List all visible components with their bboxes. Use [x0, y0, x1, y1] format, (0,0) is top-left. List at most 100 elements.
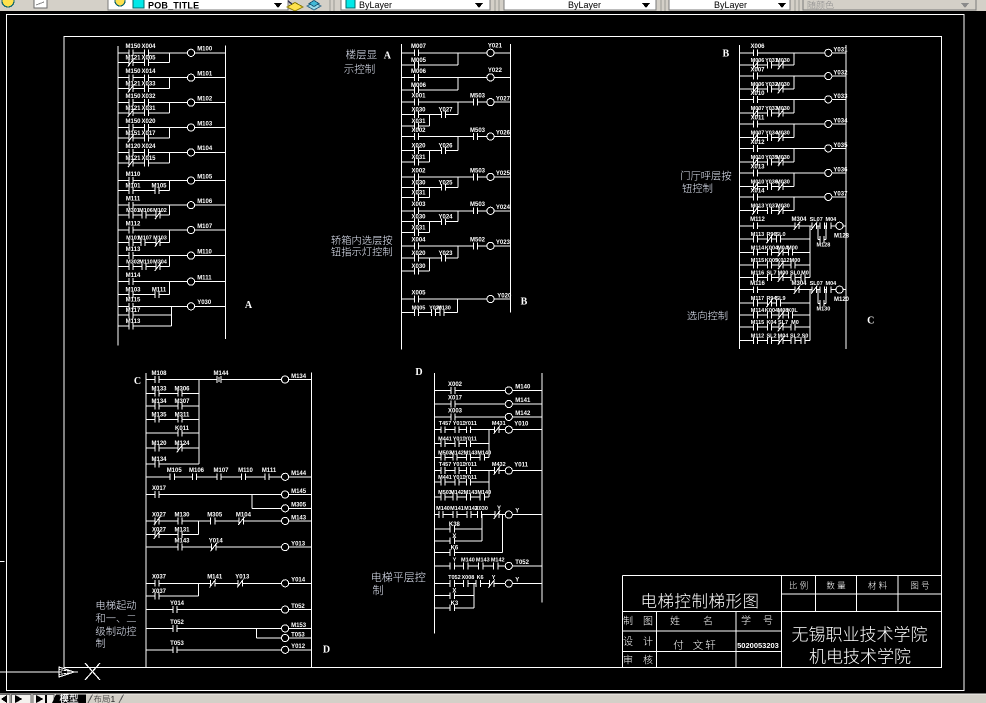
svg-text:M144: M144	[291, 471, 307, 477]
svg-text:M140: M140	[477, 450, 491, 456]
svg-text:Y023: Y023	[496, 240, 511, 246]
svg-text:X031: X031	[141, 106, 156, 112]
svg-text:X030: X030	[411, 215, 426, 221]
svg-text:M00: M00	[778, 271, 789, 277]
svg-text:Y034: Y034	[833, 118, 848, 124]
svg-text:K6: K6	[477, 575, 484, 581]
svg-text:Y011: Y011	[514, 463, 528, 469]
svg-text:M133: M133	[151, 386, 167, 392]
svg-text:M110: M110	[197, 249, 212, 255]
svg-text:Y024: Y024	[496, 205, 511, 211]
svg-text:M0: M0	[791, 320, 799, 326]
svg-text:M153: M153	[291, 623, 307, 629]
svg-text:M117: M117	[751, 296, 764, 302]
svg-text:M304: M304	[153, 260, 168, 266]
svg-text:X014: X014	[141, 69, 156, 75]
svg-text:Y027: Y027	[496, 96, 511, 102]
svg-text:M144: M144	[213, 371, 229, 377]
svg-text:随颜色: 随颜色	[807, 0, 834, 12]
svg-text:M304: M304	[791, 217, 807, 223]
svg-text:Y032: Y032	[833, 71, 848, 77]
svg-text:M120: M120	[125, 144, 141, 150]
svg-text:M130: M130	[817, 307, 831, 313]
svg-text:Y026: Y026	[496, 131, 511, 137]
svg-text:M503: M503	[470, 168, 486, 174]
svg-text:M130: M130	[174, 512, 190, 518]
svg-text:M307: M307	[174, 399, 190, 405]
svg-text:X003: X003	[411, 202, 426, 208]
svg-text:M113: M113	[751, 232, 764, 238]
svg-text:M007: M007	[751, 106, 765, 112]
svg-text:K38: K38	[449, 522, 461, 528]
svg-text:M140: M140	[515, 384, 531, 390]
svg-text:M006: M006	[411, 83, 427, 89]
svg-text:M113: M113	[126, 247, 141, 253]
svg-text:M135: M135	[151, 412, 167, 418]
svg-text:X031: X031	[411, 119, 426, 125]
svg-text:M305: M305	[291, 503, 307, 509]
svg-text:M0: M0	[801, 271, 809, 277]
svg-text:M142: M142	[450, 450, 464, 456]
svg-text:M030: M030	[776, 82, 790, 88]
svg-text:M120: M120	[151, 441, 167, 447]
svg-text:Y011: Y011	[464, 475, 477, 481]
svg-text:X014: X014	[750, 188, 765, 194]
svg-text:SL0: SL0	[775, 232, 785, 238]
svg-text:M302: M302	[126, 260, 140, 266]
svg-text:M105: M105	[167, 468, 183, 474]
svg-text:M107: M107	[138, 235, 152, 241]
svg-text:M142: M142	[491, 557, 505, 563]
svg-text:Y: Y	[453, 557, 457, 563]
svg-text:T052: T052	[515, 560, 529, 566]
svg-text:Y020: Y020	[497, 293, 512, 299]
svg-text:Y025: Y025	[438, 180, 453, 186]
svg-text:M150: M150	[125, 69, 141, 75]
svg-text:Y: Y	[515, 578, 519, 584]
svg-text:M04: M04	[826, 217, 838, 223]
svg-text:Y023: Y023	[438, 251, 453, 257]
svg-text:M010: M010	[751, 179, 765, 185]
svg-text:M134: M134	[291, 374, 307, 380]
svg-text:X033: X033	[141, 81, 156, 87]
svg-text:轩: 轩	[705, 638, 716, 653]
svg-text:SL0: SL0	[790, 271, 800, 277]
svg-text:Y035: Y035	[833, 143, 848, 149]
svg-text:ByLayer: ByLayer	[568, 0, 601, 10]
svg-text:M150: M150	[125, 44, 141, 50]
svg-text:M108: M108	[151, 371, 167, 377]
svg-text:M145: M145	[291, 489, 307, 495]
svg-text:M110: M110	[139, 260, 152, 266]
svg-text:X008: X008	[461, 575, 474, 581]
svg-text:M103: M103	[197, 121, 213, 127]
svg-text:K3: K3	[451, 601, 459, 607]
svg-text:M503: M503	[470, 128, 486, 134]
svg-text:X002: X002	[411, 168, 426, 174]
svg-text:Y014: Y014	[170, 601, 185, 607]
svg-text:M013: M013	[751, 203, 765, 209]
svg-text:M141: M141	[515, 398, 531, 404]
svg-text:X030: X030	[411, 108, 426, 114]
svg-text:X004: X004	[411, 237, 426, 243]
svg-text:Y013: Y013	[291, 542, 306, 548]
svg-text:K0L: K0L	[787, 308, 798, 314]
svg-text:M104: M104	[197, 146, 213, 152]
svg-text:S0: S0	[802, 333, 809, 339]
svg-text:Y014: Y014	[291, 578, 306, 584]
svg-text:图: 图	[643, 613, 653, 628]
svg-text:C: C	[134, 376, 141, 387]
svg-text:M140: M140	[461, 557, 475, 563]
svg-text:M04: M04	[778, 333, 790, 339]
svg-text:M431: M431	[492, 421, 506, 427]
svg-text:Y021: Y021	[488, 43, 503, 49]
svg-text:M143: M143	[476, 557, 490, 563]
svg-text:X020: X020	[141, 119, 156, 125]
svg-text:M124: M124	[174, 441, 190, 447]
svg-text:M111: M111	[197, 275, 212, 281]
svg-text:M107: M107	[197, 224, 213, 230]
svg-text:学: 学	[741, 612, 751, 627]
svg-text:M121: M121	[125, 55, 141, 61]
svg-text:M114: M114	[126, 273, 141, 279]
svg-text:M106: M106	[139, 208, 153, 214]
svg-text:M110: M110	[126, 172, 141, 178]
svg-text:X003: X003	[448, 408, 463, 414]
